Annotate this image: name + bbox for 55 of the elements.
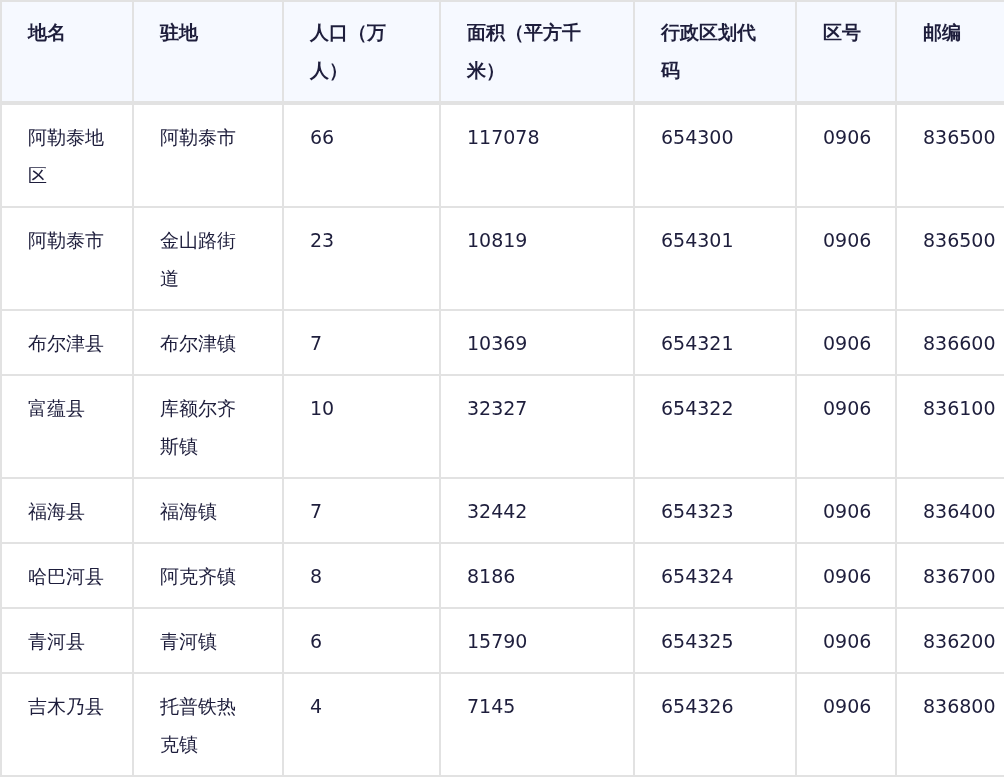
table-cell: 32327 — [440, 375, 634, 478]
table-cell: 654321 — [634, 310, 796, 375]
column-header: 驻地 — [133, 1, 283, 103]
table-cell: 117078 — [440, 103, 634, 207]
column-header: 人口（万人） — [283, 1, 440, 103]
table-cell: 布尔津县 — [1, 310, 133, 375]
table-cell: 青河镇 — [133, 608, 283, 673]
table-cell: 布尔津镇 — [133, 310, 283, 375]
table-cell: 15790 — [440, 608, 634, 673]
table-cell: 654301 — [634, 207, 796, 310]
table-cell: 66 — [283, 103, 440, 207]
table-cell: 7 — [283, 478, 440, 543]
table-cell: 10369 — [440, 310, 634, 375]
table-cell: 7145 — [440, 673, 634, 776]
table-cell: 0906 — [796, 103, 896, 207]
table-cell: 吉木乃县 — [1, 673, 133, 776]
table-cell: 青河县 — [1, 608, 133, 673]
table-cell: 0906 — [796, 673, 896, 776]
table-cell: 4 — [283, 673, 440, 776]
table-cell: 阿勒泰市 — [133, 103, 283, 207]
column-header: 行政区划代码 — [634, 1, 796, 103]
table-cell: 8186 — [440, 543, 634, 608]
table-cell: 0906 — [796, 310, 896, 375]
table-cell: 金山路街道 — [133, 207, 283, 310]
table-cell: 0906 — [796, 207, 896, 310]
column-header: 地名 — [1, 1, 133, 103]
table-cell: 10819 — [440, 207, 634, 310]
table-cell: 654322 — [634, 375, 796, 478]
table-cell: 10 — [283, 375, 440, 478]
table-cell: 阿勒泰地区 — [1, 103, 133, 207]
table-cell: 654324 — [634, 543, 796, 608]
table-cell: 哈巴河县 — [1, 543, 133, 608]
table-cell: 阿克齐镇 — [133, 543, 283, 608]
table-cell: 654323 — [634, 478, 796, 543]
table-cell: 654326 — [634, 673, 796, 776]
table-cell: 0906 — [796, 375, 896, 478]
table-cell: 23 — [283, 207, 440, 310]
table-cell: 福海镇 — [133, 478, 283, 543]
table-cell: 0906 — [796, 608, 896, 673]
table-cell: 6 — [283, 608, 440, 673]
table-cell: 库额尔齐斯镇 — [133, 375, 283, 478]
table-cell: 阿勒泰市 — [1, 207, 133, 310]
column-header: 邮编 — [896, 1, 1004, 103]
table-cell: 富蕴县 — [1, 375, 133, 478]
table-cell: 654325 — [634, 608, 796, 673]
table-cell: 32442 — [440, 478, 634, 543]
table-cell: 7 — [283, 310, 440, 375]
table-cell: 8 — [283, 543, 440, 608]
column-header: 区号 — [796, 1, 896, 103]
table-cell: 托普铁热克镇 — [133, 673, 283, 776]
table-cell: 0906 — [796, 478, 896, 543]
table-cell: 福海县 — [1, 478, 133, 543]
column-header: 面积（平方千米） — [440, 1, 634, 103]
table-cell: 654300 — [634, 103, 796, 207]
table-cell: 0906 — [796, 543, 896, 608]
